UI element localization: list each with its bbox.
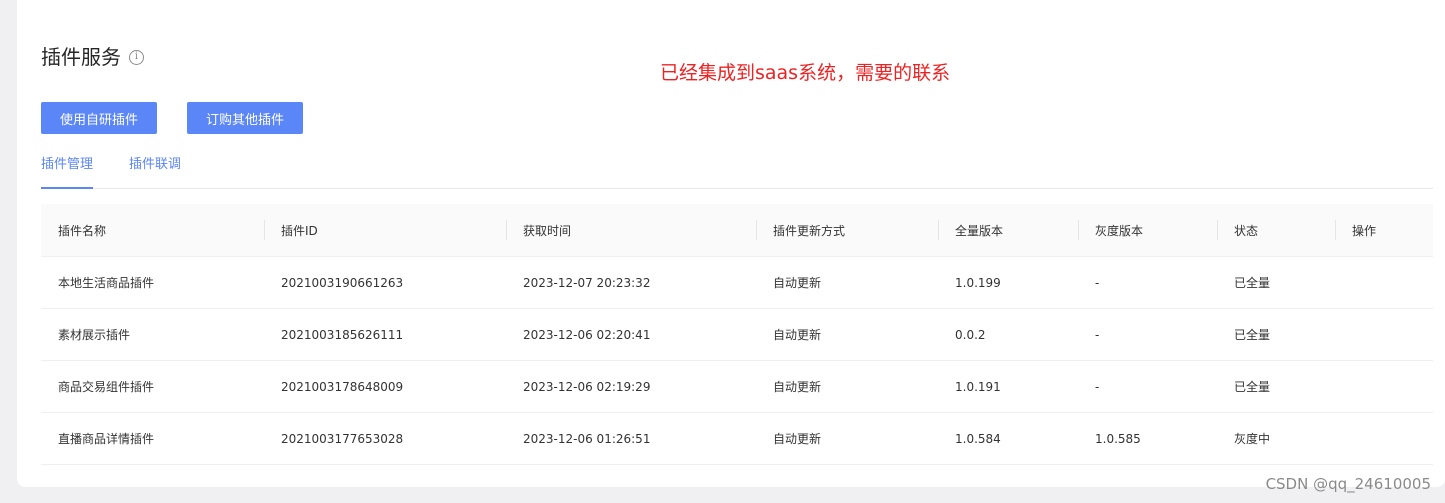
cell-full-version: 1.0.199 bbox=[955, 275, 1001, 290]
header-acquire-time: 获取时间 bbox=[523, 223, 572, 238]
cell-gray-version: - bbox=[1095, 379, 1100, 394]
cell-plugin-id: 2021003178648009 bbox=[281, 379, 404, 394]
tab-bar: 插件管理 插件联调 bbox=[41, 146, 1433, 189]
cell-status: 灰度中 bbox=[1234, 432, 1271, 446]
page-title: 插件服务 bbox=[41, 45, 121, 69]
header-plugin-id: 插件ID bbox=[281, 223, 318, 238]
plugin-table: 插件名称 插件ID 获取时间 插件更新方式 全量版本 灰度版本 状态 操作 本地… bbox=[41, 204, 1433, 465]
cell-plugin-id: 2021003185626111 bbox=[281, 327, 404, 342]
page-title-wrap: 插件服务 i bbox=[41, 43, 144, 71]
cell-plugin-name: 本地生活商品插件 bbox=[58, 276, 155, 290]
table-row: 本地生活商品插件 2021003190661263 2023-12-07 20:… bbox=[41, 257, 1433, 309]
column-divider bbox=[1335, 220, 1336, 240]
order-other-plugin-button[interactable]: 订购其他插件 bbox=[187, 102, 303, 134]
table-row: 素材展示插件 2021003185626111 2023-12-06 02:20… bbox=[41, 309, 1433, 361]
cell-full-version: 0.0.2 bbox=[955, 327, 986, 342]
cell-status: 已全量 bbox=[1234, 276, 1271, 290]
column-divider bbox=[506, 220, 507, 240]
cell-plugin-id: 2021003190661263 bbox=[281, 275, 404, 290]
main-card: 插件服务 i 已经集成到saas系统，需要的联系 使用自研插件 订购其他插件 插… bbox=[17, 0, 1445, 487]
table-header: 插件名称 插件ID 获取时间 插件更新方式 全量版本 灰度版本 状态 操作 bbox=[41, 204, 1433, 257]
column-divider bbox=[1078, 220, 1079, 240]
tab-plugin-debugging[interactable]: 插件联调 bbox=[129, 146, 181, 187]
column-divider bbox=[938, 220, 939, 240]
use-own-plugin-button[interactable]: 使用自研插件 bbox=[41, 102, 157, 134]
annotation-text: 已经集成到saas系统，需要的联系 bbox=[660, 62, 951, 84]
header-gray-version: 灰度版本 bbox=[1095, 223, 1144, 238]
cell-status: 已全量 bbox=[1234, 328, 1271, 342]
csdn-watermark: CSDN @qq_24610005 bbox=[1265, 475, 1431, 493]
header-plugin-name: 插件名称 bbox=[58, 223, 107, 238]
column-divider bbox=[264, 220, 265, 240]
header-full-version: 全量版本 bbox=[955, 223, 1004, 238]
cell-plugin-name: 素材展示插件 bbox=[58, 328, 131, 342]
column-divider bbox=[756, 220, 757, 240]
cell-acquire-time: 2023-12-06 01:26:51 bbox=[523, 431, 651, 446]
column-divider bbox=[1217, 220, 1218, 240]
cell-full-version: 1.0.191 bbox=[955, 379, 1001, 394]
cell-plugin-name: 直播商品详情插件 bbox=[58, 432, 155, 446]
header-update-method: 插件更新方式 bbox=[773, 223, 846, 238]
cell-update-method: 自动更新 bbox=[773, 432, 822, 446]
cell-acquire-time: 2023-12-07 20:23:32 bbox=[523, 275, 651, 290]
cell-gray-version: - bbox=[1095, 275, 1100, 290]
cell-gray-version: - bbox=[1095, 327, 1100, 342]
info-circle-icon[interactable]: i bbox=[129, 49, 144, 65]
table-row: 直播商品详情插件 2021003177653028 2023-12-06 01:… bbox=[41, 413, 1433, 465]
cell-acquire-time: 2023-12-06 02:20:41 bbox=[523, 327, 651, 342]
cell-update-method: 自动更新 bbox=[773, 380, 822, 394]
cell-plugin-id: 2021003177653028 bbox=[281, 431, 404, 446]
cell-update-method: 自动更新 bbox=[773, 328, 822, 342]
header-actions: 操作 bbox=[1352, 223, 1377, 238]
cell-gray-version: 1.0.585 bbox=[1095, 431, 1141, 446]
cell-full-version: 1.0.584 bbox=[955, 431, 1001, 446]
header-status: 状态 bbox=[1234, 223, 1259, 238]
cell-status: 已全量 bbox=[1234, 380, 1271, 394]
table-row: 商品交易组件插件 2021003178648009 2023-12-06 02:… bbox=[41, 361, 1433, 413]
cell-update-method: 自动更新 bbox=[773, 276, 822, 290]
cell-acquire-time: 2023-12-06 02:19:29 bbox=[523, 379, 651, 394]
tab-plugin-management[interactable]: 插件管理 bbox=[41, 146, 94, 189]
cell-plugin-name: 商品交易组件插件 bbox=[58, 380, 155, 394]
